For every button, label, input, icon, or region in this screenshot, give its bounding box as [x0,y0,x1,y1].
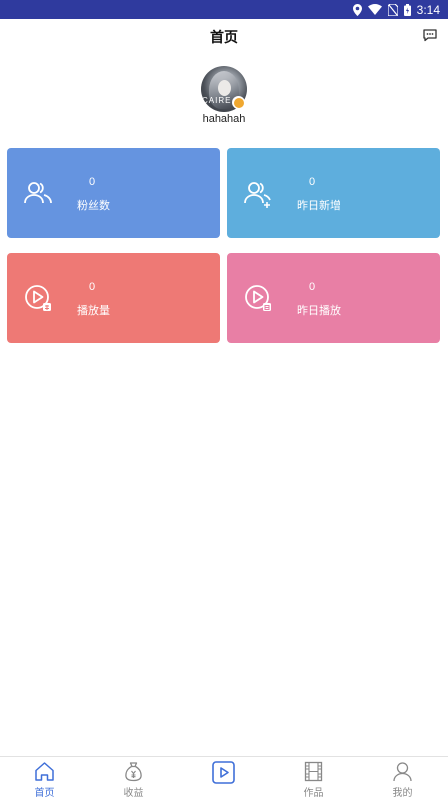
message-button[interactable] [422,27,438,43]
page-title: 首页 [210,30,238,46]
stat-card-new-fans[interactable]: 0 昨日新增 [227,148,440,238]
top-bar: 首页 [0,19,448,53]
stat-label: 播放量 [77,304,110,317]
stat-value: 0 [89,281,96,293]
stat-value: 0 [309,176,316,188]
tab-label: 作品 [303,788,324,797]
bottom-tab-bar: 首页 收益 作品 我的 [0,756,448,797]
stat-card-play-count[interactable]: 0 播放量 [7,253,220,343]
avatar-face [218,80,231,96]
username: hahahah [202,113,246,125]
tab-publish[interactable] [179,757,268,797]
user-icon [393,762,412,782]
profile-section: CAIRE hahahah [0,66,448,130]
stat-value: 0 [309,281,316,293]
new-fans-icon [244,182,271,208]
tab-label: 我的 [392,788,413,797]
stat-label: 昨日新增 [297,199,341,212]
tab-label: 收益 [123,788,144,797]
stat-label: 粉丝数 [77,199,110,212]
tab-earnings[interactable]: 收益 [89,757,178,797]
stat-card-fans[interactable]: 0 粉丝数 [7,148,220,238]
home-icon [35,762,54,781]
play-yesterday-icon [245,285,271,311]
play-total-icon [25,285,51,311]
location-icon [352,3,362,16]
status-time: 3:14 [416,2,440,17]
stat-label: 昨日播放 [297,304,341,317]
no-sim-icon [387,3,398,16]
film-icon [304,761,323,782]
tab-label: 首页 [34,788,55,797]
message-icon [423,29,437,42]
stat-card-yesterday-play[interactable]: 0 昨日播放 [227,253,440,343]
wifi-icon [367,4,382,15]
avatar-text: CAIRE [202,96,232,105]
status-bar: 3:14 [0,0,448,19]
tab-home[interactable]: 首页 [0,757,89,797]
stat-value: 0 [89,176,96,188]
tab-mine[interactable]: 我的 [358,757,447,797]
publish-video-icon [212,761,235,784]
tab-works[interactable]: 作品 [269,757,358,797]
fans-icon [24,182,52,204]
battery-icon [403,3,411,16]
verified-badge-icon [232,96,245,109]
money-bag-icon [125,762,142,782]
status-icons: 3:14 [352,2,440,17]
